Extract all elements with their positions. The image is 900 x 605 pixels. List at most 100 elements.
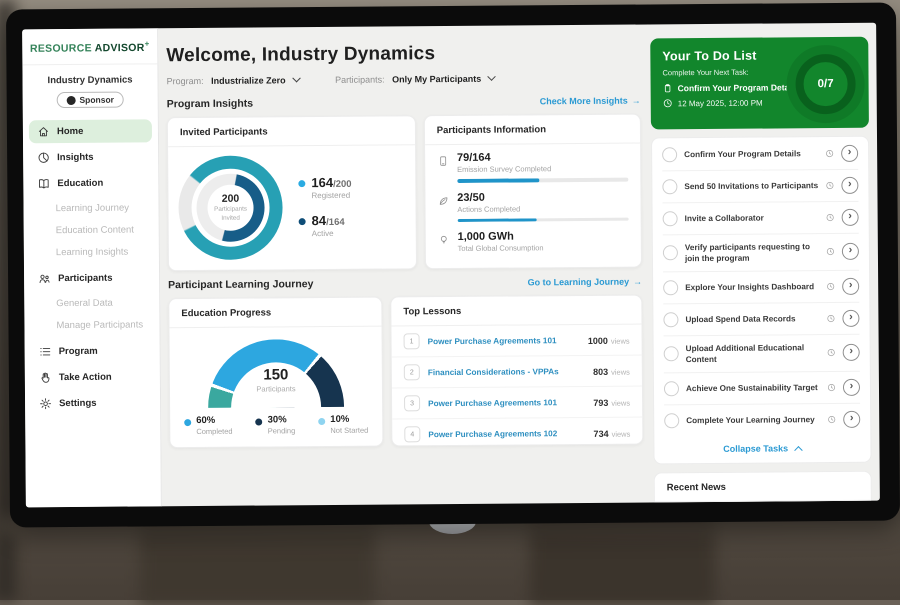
- lesson-row: 3 Power Purchase Agreements 101 793views: [392, 387, 642, 420]
- logo-text-secondary: ADVISOR: [95, 42, 145, 54]
- sidebar-nav: Home Insights Education Learning Journey…: [23, 119, 160, 415]
- lesson-link[interactable]: Power Purchase Agreements 101: [428, 397, 585, 407]
- sidebar-item-home[interactable]: Home: [29, 119, 152, 143]
- lesson-rank: 1: [404, 333, 420, 349]
- task-checkbox[interactable]: [662, 179, 677, 194]
- survey-device-icon: [437, 155, 449, 167]
- sidebar-item-label: Home: [57, 125, 83, 136]
- take-action-hand-icon: [39, 371, 52, 384]
- metric-label: Total Global Consumption: [458, 243, 629, 253]
- task-open-button[interactable]: ›: [843, 411, 860, 428]
- task-row: Send 50 Invitations to Participants ›: [662, 170, 858, 204]
- sidebar-item-education[interactable]: Education: [29, 171, 152, 195]
- lesson-views: 803: [593, 367, 608, 377]
- progress-bar: [457, 217, 628, 222]
- legend-item-registered: 164/200 Registered: [298, 175, 351, 200]
- participants-filter[interactable]: Participants: Only My Participants: [335, 74, 495, 85]
- task-checkbox[interactable]: [662, 147, 677, 162]
- task-checkbox[interactable]: [663, 280, 678, 295]
- lesson-views: 734: [593, 429, 608, 439]
- task-open-button[interactable]: ›: [841, 145, 858, 162]
- lesson-link[interactable]: Financial Considerations - VPPAs: [428, 366, 585, 376]
- sidebar-item-label: Participants: [58, 272, 112, 283]
- invited-participants-title: Invited Participants: [168, 116, 415, 147]
- task-label: Send 50 Invitations to Participants: [684, 180, 818, 192]
- lesson-link[interactable]: Power Purchase Agreements 102: [428, 428, 585, 438]
- task-open-button[interactable]: ›: [842, 209, 859, 226]
- gauge-center-value: 150: [208, 366, 344, 384]
- progress-bar: [457, 178, 628, 183]
- legend-item-active: 84/164 Active: [299, 214, 352, 239]
- task-open-button[interactable]: ›: [841, 177, 858, 194]
- legend-dot: [299, 218, 306, 225]
- task-label: Upload Spend Data Records: [685, 313, 819, 325]
- legend-dot: [256, 419, 263, 426]
- dashboard-screen: RESOURCE ADVISOR+ Industry Dynamics Spon…: [22, 23, 880, 508]
- chevron-down-icon: [487, 72, 495, 80]
- task-label: Complete Your Learning Journey: [686, 414, 820, 426]
- program-filter[interactable]: Program: Industrialize Zero: [167, 75, 300, 86]
- todo-tasks-card: Confirm Your Program Details › Send 50 I…: [651, 135, 872, 464]
- task-open-button[interactable]: ›: [842, 243, 859, 260]
- task-row: Verify participants requesting to join t…: [663, 234, 859, 273]
- task-row: Explore Your Insights Dashboard ›: [663, 271, 859, 305]
- sidebar-item-take-action[interactable]: Take Action: [31, 365, 154, 389]
- collapse-tasks-link[interactable]: Collapse Tasks: [664, 435, 860, 462]
- logo-plus: +: [145, 39, 150, 48]
- task-open-button[interactable]: ›: [843, 379, 860, 396]
- chevron-up-icon: [794, 446, 802, 454]
- task-clock-icon: [826, 282, 835, 291]
- metric-label: Actions Completed: [457, 203, 628, 213]
- task-open-button[interactable]: ›: [842, 310, 859, 327]
- top-lessons-card: Top Lessons 1 Power Purchase Agreements …: [390, 295, 643, 447]
- top-lessons-title: Top Lessons: [391, 296, 641, 327]
- participants-icon: [38, 272, 51, 285]
- task-checkbox[interactable]: [663, 312, 678, 327]
- actions-leaf-icon: [437, 195, 449, 207]
- program-filter-label: Program:: [167, 76, 204, 86]
- task-row: Upload Additional Educational Content ›: [664, 335, 860, 374]
- task-row: Complete Your Learning Journey ›: [664, 404, 860, 437]
- sidebar-item-manage-participants[interactable]: Manage Participants: [24, 314, 159, 337]
- go-to-learning-journey-link[interactable]: Go to Learning Journey→: [528, 277, 643, 288]
- logo-text-primary: RESOURCE: [30, 42, 92, 54]
- sidebar-item-general-data[interactable]: General Data: [24, 292, 159, 315]
- task-open-button[interactable]: ›: [843, 344, 860, 361]
- legend-item-not-started: 10%Not Started: [318, 415, 368, 435]
- task-checkbox[interactable]: [663, 211, 678, 226]
- lesson-rank: 2: [404, 364, 420, 380]
- task-clock-icon: [827, 383, 836, 392]
- lesson-link[interactable]: Power Purchase Agreements 101: [428, 336, 580, 346]
- settings-gear-icon: [39, 397, 52, 410]
- sidebar-item-learning-insights[interactable]: Learning Insights: [24, 241, 159, 264]
- task-checkbox[interactable]: [664, 347, 679, 362]
- chevron-down-icon: [292, 74, 300, 82]
- task-open-button[interactable]: ›: [842, 278, 859, 295]
- legend-dot: [184, 419, 191, 426]
- sponsor-badge[interactable]: Sponsor: [56, 92, 124, 109]
- program-filter-value: Industrialize Zero: [211, 75, 286, 86]
- lesson-row: 2 Financial Considerations - VPPAs 803vi…: [392, 356, 642, 389]
- lesson-row: 1 Power Purchase Agreements 101 1000view…: [391, 325, 641, 358]
- sidebar-item-insights[interactable]: Insights: [29, 145, 152, 169]
- sidebar-item-program[interactable]: Program: [31, 339, 154, 363]
- sidebar-item-education-content[interactable]: Education Content: [24, 219, 159, 242]
- invited-participants-card: Invited Participants 200 Participants In…: [167, 115, 417, 271]
- app-logo: RESOURCE ADVISOR+: [22, 28, 157, 65]
- check-more-insights-link[interactable]: Check More Insights→: [540, 96, 641, 107]
- gauge-legend: 60%Completed 30%Pending 10%Not Started: [170, 409, 382, 437]
- metric-emission-survey: 79/164 Emission Survey Completed: [425, 144, 641, 185]
- task-checkbox[interactable]: [664, 413, 679, 428]
- task-clock-icon: [826, 213, 835, 222]
- metric-actions-completed: 23/50 Actions Completed: [425, 183, 641, 224]
- sidebar-item-label: Insights: [57, 151, 94, 162]
- task-label: Confirm Your Program Details: [684, 148, 818, 160]
- task-checkbox[interactable]: [663, 246, 678, 261]
- sidebar-item-settings[interactable]: Settings: [31, 391, 154, 415]
- todo-subtitle: Complete Your Next Task:: [662, 67, 856, 78]
- insights-pie-icon: [37, 151, 50, 164]
- sidebar-item-participants[interactable]: Participants: [30, 266, 153, 290]
- sidebar-item-learning-journey[interactable]: Learning Journey: [23, 197, 158, 220]
- task-checkbox[interactable]: [664, 381, 679, 396]
- main-content: Welcome, Industry Dynamics Program: Indu…: [158, 24, 652, 506]
